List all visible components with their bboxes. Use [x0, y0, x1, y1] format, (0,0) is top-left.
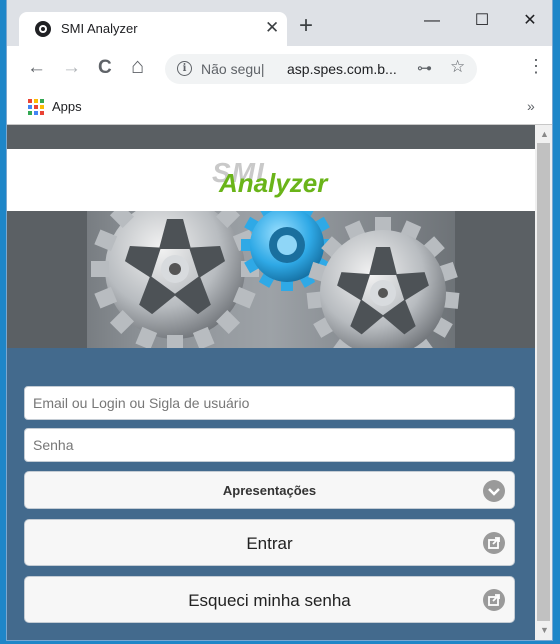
apps-bookmark[interactable]: Apps — [52, 99, 82, 114]
enter-label: Entrar — [246, 534, 293, 553]
apps-grid-icon[interactable] — [28, 99, 44, 115]
page-top-band — [7, 125, 535, 149]
silver-gear-left-icon — [91, 185, 259, 353]
home-icon[interactable]: ⌂ — [131, 54, 144, 78]
silver-gear-right-icon — [306, 217, 460, 370]
login-input[interactable] — [24, 386, 515, 420]
presentations-select[interactable]: Apresentações — [24, 471, 515, 509]
tab-title: SMI Analyzer — [61, 21, 138, 36]
logo-analyzer-text: Analyzer — [219, 168, 328, 198]
forgot-password-label: Esqueci minha senha — [188, 591, 351, 610]
minimize-button[interactable]: — — [412, 6, 452, 36]
address-bar[interactable]: i Não segu| asp.spes.com.b... ⊶ ☆ — [165, 54, 477, 84]
new-tab-button[interactable]: + — [299, 14, 313, 38]
reload-icon[interactable]: C — [98, 56, 112, 80]
scroll-up-arrow-icon[interactable]: ▲ — [540, 129, 549, 139]
external-link-icon — [483, 589, 505, 611]
gears-banner — [7, 185, 535, 370]
browser-toolbar: ← → C ⌂ i Não segu| asp.spes.com.b... ⊶ … — [7, 46, 552, 92]
security-status: Não segu| — [201, 61, 265, 77]
scrollbar-thumb[interactable] — [537, 143, 550, 621]
vertical-scrollbar[interactable]: ▲ ▼ — [535, 125, 552, 640]
chevron-down-icon — [483, 480, 505, 502]
password-input[interactable] — [24, 428, 515, 462]
menu-icon[interactable]: ⋮ — [527, 56, 545, 77]
browser-window: SMI Analyzer ✕ + — ☐ ✕ ← → C ⌂ i Não seg… — [7, 0, 552, 640]
maximize-button[interactable]: ☐ — [462, 6, 502, 36]
bookmarks-overflow-icon[interactable]: » — [527, 98, 535, 114]
logo-panel: SMI Analyzer — [7, 149, 535, 211]
enter-button[interactable]: Entrar — [24, 519, 515, 566]
gears-illustration — [7, 185, 535, 370]
page-viewport: SMI Analyzer Email ou Login ou Sigla de … — [7, 125, 535, 640]
login-form: Apresentações Entrar Esqueci minha senha — [7, 348, 535, 640]
url-text[interactable]: asp.spes.com.b... — [287, 61, 397, 77]
tab-strip: SMI Analyzer ✕ + — ☐ ✕ — [7, 0, 552, 46]
bookmark-star-icon[interactable]: ☆ — [450, 57, 465, 77]
tab-smi-analyzer[interactable]: SMI Analyzer ✕ — [19, 12, 287, 46]
scroll-down-arrow-icon[interactable]: ▼ — [540, 625, 549, 635]
presentations-label: Apresentações — [222, 483, 317, 498]
favicon-icon — [35, 21, 51, 37]
external-link-icon — [483, 532, 505, 554]
tab-close-icon[interactable]: ✕ — [265, 18, 279, 38]
forgot-password-button[interactable]: Esqueci minha senha — [24, 576, 515, 623]
key-icon[interactable]: ⊶ — [417, 59, 432, 77]
back-icon[interactable]: ← — [27, 56, 46, 80]
forward-icon[interactable]: → — [62, 56, 81, 80]
close-window-button[interactable]: ✕ — [510, 6, 550, 36]
info-icon[interactable]: i — [177, 61, 192, 76]
bookmarks-bar: Apps » — [7, 92, 552, 125]
